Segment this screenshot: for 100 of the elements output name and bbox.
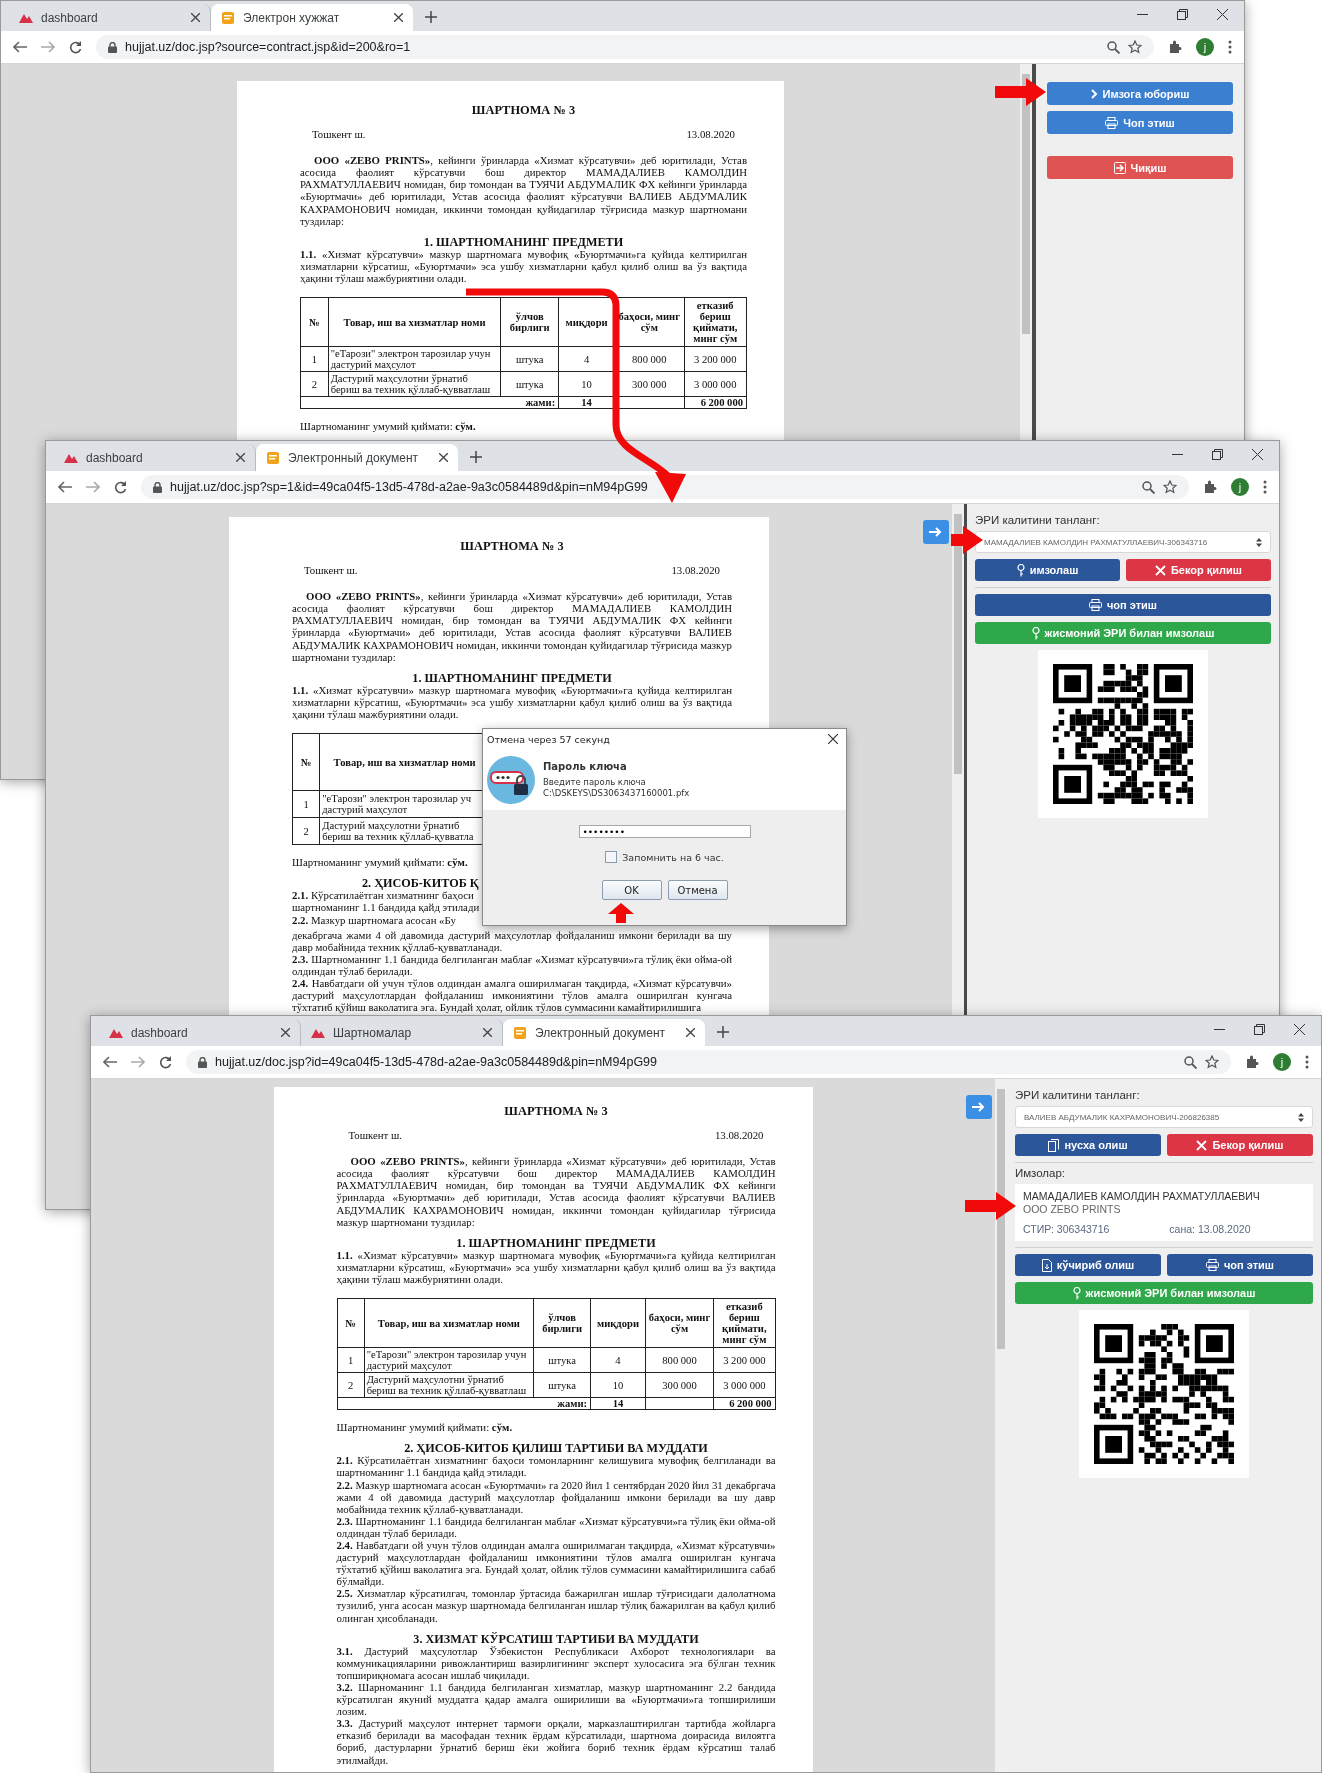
paragraph: декабргача жами 4 ой давомида дастурий маҳсулотлар фойдаланиш имкони берилади ва шу давр мобайнида техник қўллаб-қувватланади. [292,928,732,953]
action-button[interactable]: Бекор қилиш [1126,559,1271,581]
new-tab-icon[interactable] [425,11,437,23]
action-button[interactable]: имзолаш [975,559,1120,581]
close-icon [1196,1139,1208,1151]
extensions-icon[interactable] [1168,40,1182,54]
close-tab-icon[interactable] [439,453,448,462]
menu-icon[interactable] [1305,1055,1309,1069]
key-select[interactable]: ВАЛИЕВ АБДУМАЛИК КАХРАМОНОВИЧ-206826385 [1015,1106,1313,1128]
checkbox[interactable] [605,851,618,863]
close-icon[interactable] [1294,1024,1305,1035]
dialog-button[interactable]: OK [601,880,662,900]
arrow-button[interactable] [966,1095,992,1119]
column-header: ўлчов бирлиги [500,297,559,347]
extensions-icon[interactable] [1203,480,1217,494]
action-button[interactable]: Бекор қилиш [1167,1134,1313,1156]
column-header: баҳоси, минг сўм [645,1298,714,1348]
close-tab-icon[interactable] [236,453,245,462]
scrollbar[interactable] [995,1079,1007,1772]
column-header: миқдори [590,1298,646,1348]
action-button[interactable]: Чиқиш [1047,156,1233,179]
reload-icon[interactable] [114,480,127,494]
pointer-arrow [608,903,634,923]
profile-avatar[interactable]: j [1196,38,1214,56]
table-cell: 2 [292,817,320,845]
back-icon[interactable] [13,41,27,53]
close-icon[interactable] [1217,9,1228,20]
close-tab-icon[interactable] [281,1028,290,1037]
menu-icon[interactable] [1263,480,1267,494]
lock-icon [198,1056,207,1068]
column-header: Товар, иш ва хизматлар номи [364,1298,534,1348]
address-bar[interactable]: hujjat.uz/doc.jsp?id=49ca04f5-13d5-478d-a2ae-9a3c0584489d&pin=nM94pG99 [186,1050,1231,1074]
paragraph: 2.3. Шартноманинг 1.1 бандида белгиланган маблағ «Хизмат кўрсатувчи»га тўлиқ ёки ойма-ой олдиндан тўлаб берилади. [336,1514,776,1539]
column-header: ўлчов бирлиги [533,1298,591,1348]
restore-icon[interactable] [1212,449,1223,460]
browser-tab[interactable]: Электронный документ [503,1019,705,1046]
document-icon [221,10,235,25]
close-tab-icon[interactable] [191,13,200,22]
browser-tab[interactable]: Электронный документ [256,444,458,471]
restore-icon[interactable] [1177,9,1188,20]
checkbox-label: Запомнить на 6 час. [622,851,724,863]
password-field[interactable]: •••••••• [578,825,751,838]
extensions-icon[interactable] [1245,1055,1259,1069]
profile-avatar[interactable]: j [1231,478,1249,496]
close-tab-icon[interactable] [483,1028,492,1037]
paragraph: ООО «ZEBO PRINTS», кейинги ўринларда «Хизмат кўрсатувчи» деб юритилади, Устав асосида фаолият кўрсатувчи бош директор МАМАДАЛИЕВ КАМОЛДИН РАХМАТУЛЛАЕВИЧ номидан, бир томондан ва ТУЯЧИ АБДУМАЛИК ФХ кейинги ўринларда «Буюртмачи» деб юритилади, Устав асосида фаолият кўрсатувчи ВАЛИЕВ АБДУМАЛИК КАХРАМОНОВИЧ номидан, иккинчи томондан қуйидагилар тўғрисида мазкур шартномани туздилар: [292,590,732,663]
document-icon [513,1025,527,1040]
close-icon[interactable] [828,734,838,744]
close-icon [1154,564,1166,576]
logo-icon [109,1027,123,1038]
profile-avatar[interactable]: j [1273,1053,1291,1071]
new-tab-icon[interactable] [470,451,482,463]
back-icon[interactable] [58,481,72,493]
action-button[interactable]: нусха олиш [1015,1134,1161,1156]
tin-text: СТИР: 306343716 [1023,1223,1110,1235]
paragraph: 2.4. Навбатдаги ой учун тўлов олдиндан амалга оширилмаган тақдирда, «Хизмат кўрсатувчи» дастурий маҳсулотлардан фойдаланиш имкониятини тўлов амалга оширилган кунгача тўхтатиб қўйиш ваколатига эга. Бундай ҳолат, ойлик тўлов суммасини камайтирилишига [292,976,732,1014]
dialog-button[interactable]: Отмена [667,880,728,900]
reload-icon[interactable] [69,40,82,54]
arrow-button[interactable] [923,520,949,544]
address-bar[interactable]: hujjat.uz/doc.jsp?sp=1&id=49ca04f5-13d5-478d-a2ae-9a3c0584489d&pin=nM94pG99 [141,475,1189,499]
paragraph: ООО «ZEBO PRINTS», кейинги ўринларда «Хизмат кўрсатувчи» деб юритилади, Устав асосида фаолият кўрсатувчи бош директор МАМАДАЛИЕВ КАМОЛДИН РАХМАТУЛЛАЕВИЧ номидан, бир томондан ва ТУЯЧИ АБДУМАЛИК ФХ кейинги ўринларда «Буюртмачи» деб юритилади, Устав асосида фаолият кўрсатувчи ВАЛИЕВ АБДУМАЛИК КАХРАМОНОВИЧ номидан, иккинчи томондан қуйидагилар тўғрисида мазкур шартномани туздилар: [336,1155,776,1228]
section-heading: 3. ХИЗМАТ КЎРСАТИШ ТАРТИБИ ВА МУДДАТИ [412,1632,700,1645]
menu-icon[interactable] [1228,40,1232,54]
action-button[interactable]: Имзога юбориш [1047,82,1233,105]
table-cell: штука [500,371,559,397]
key-select[interactable]: МАМАДАЛИЕВ КАМОЛДИН РАХМАТУЛЛАЕВИЧ-306343716 [975,531,1271,553]
column-header: Товар, иш ва хизматлар номи [328,297,501,347]
action-button[interactable]: чоп этиш [1167,1254,1313,1276]
new-tab-icon[interactable] [717,1026,729,1038]
lock-icon [108,41,117,53]
close-icon[interactable] [1252,449,1263,460]
back-icon[interactable] [103,1056,117,1068]
pointer-arrow [995,78,1046,106]
star-icon[interactable] [1205,1055,1219,1069]
dialog-heading: Пароль ключа [543,760,628,772]
table-cell: 2 [300,371,329,397]
action-button[interactable]: чоп этиш [975,594,1271,616]
total-label: жами: [300,396,559,409]
date-text: 13.08.2020 [686,128,735,141]
address-bar[interactable]: hujjat.uz/doc.jsp?source=contract.jsp&id=200&ro=1 [96,35,1154,59]
action-button[interactable]: Чоп этиш [1047,111,1233,134]
restore-icon[interactable] [1254,1024,1265,1035]
star-icon[interactable] [1128,40,1142,54]
close-tab-icon[interactable] [686,1028,695,1037]
zoom-icon[interactable] [1107,40,1120,54]
scrollbar[interactable] [952,504,967,1015]
reload-icon[interactable] [159,1055,172,1069]
column-header: № [300,297,329,347]
logo-icon [311,1027,325,1038]
logo-icon [64,452,78,463]
scrollbar[interactable] [1020,64,1036,440]
signer-name: МАМАДАЛИЕВ КАМОЛДИН РАХМАТУЛЛАЕВИЧ [1023,1190,1261,1202]
document-title: ШАРТНОМА № 3 [470,104,577,117]
star-icon[interactable] [1163,480,1177,494]
zoom-icon[interactable] [1184,1055,1197,1069]
browser-tab[interactable]: Электрон хужжат [211,4,413,31]
zoom-icon[interactable] [1142,480,1155,494]
key-icon [1072,1286,1081,1300]
close-tab-icon[interactable] [394,13,403,22]
action-button[interactable]: кўчириб олиш [1015,1254,1161,1276]
